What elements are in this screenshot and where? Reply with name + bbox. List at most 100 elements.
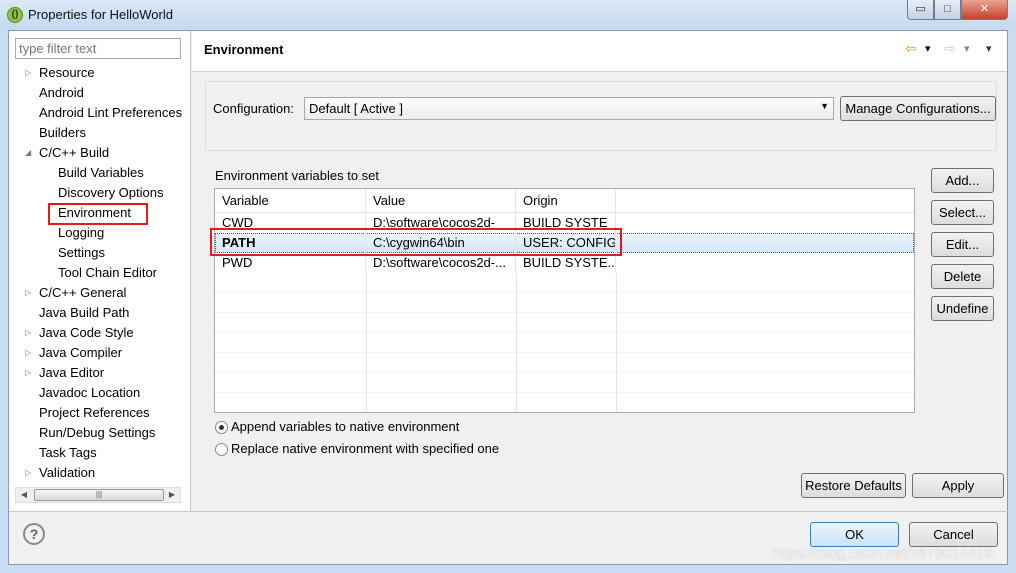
minimize-button[interactable]: ▭: [907, 0, 934, 20]
tree-item[interactable]: Run/Debug Settings: [39, 424, 155, 442]
forward-icon: ⇨: [944, 40, 956, 56]
highlight-box: [48, 203, 148, 225]
env-table[interactable]: Variable Value Origin CWD D:\software\coc…: [214, 188, 915, 413]
cell-value: D:\software\cocos2d-...: [366, 253, 516, 273]
apply-button[interactable]: Apply: [912, 473, 1004, 498]
help-icon[interactable]: ?: [23, 523, 45, 545]
tree-item[interactable]: Task Tags: [39, 444, 97, 462]
title-bar: () Properties for HelloWorld ▭ □ ✕: [0, 0, 1016, 30]
tree-item[interactable]: Tool Chain Editor: [58, 264, 157, 282]
eclipse-icon: (): [7, 7, 23, 23]
tree-item-label: Task Tags: [39, 445, 97, 460]
column-header-value[interactable]: Value: [366, 189, 516, 213]
restore-defaults-button[interactable]: Restore Defaults: [801, 473, 906, 498]
scroll-right-icon[interactable]: ▶: [164, 488, 180, 502]
tree-item[interactable]: Builders: [39, 124, 86, 142]
empty-row: [215, 313, 914, 333]
manage-configurations-button[interactable]: Manage Configurations...: [840, 96, 996, 121]
highlight-box: [210, 228, 622, 256]
watermark: https://blog.csdn.net/x879014419: [772, 545, 994, 562]
tree-item[interactable]: Project References: [39, 404, 150, 422]
back-icon[interactable]: ⇦: [905, 40, 917, 57]
tree-item[interactable]: Java Build Path: [39, 304, 129, 322]
expand-arrow-icon[interactable]: ▷: [25, 324, 31, 342]
footer-divider: [9, 511, 1009, 512]
tree-item-label: Resource: [39, 65, 95, 80]
tree-item-label: Android: [39, 85, 84, 100]
page-title: Environment: [204, 42, 284, 57]
expand-arrow-icon[interactable]: ▷: [25, 344, 31, 362]
tree-item-label: Java Code Style: [39, 325, 134, 340]
tree-item[interactable]: Android: [39, 84, 84, 102]
tree-item-label: Run/Debug Settings: [39, 425, 156, 440]
select-button[interactable]: Select...: [931, 200, 994, 225]
cell-variable: PWD: [215, 253, 366, 273]
tree-item[interactable]: ▷ C/C++ General: [25, 284, 127, 302]
tree-item[interactable]: Javadoc Location: [39, 384, 140, 402]
horizontal-scrollbar[interactable]: ◀ ||| ▶: [15, 487, 181, 503]
tree-item[interactable]: ◢ C/C++ Build: [25, 144, 110, 162]
ok-button[interactable]: OK: [810, 522, 899, 547]
edit-button[interactable]: Edit...: [931, 232, 994, 257]
empty-row: [215, 353, 914, 373]
tree-item[interactable]: ▷ Java Compiler: [25, 344, 122, 362]
filter-input[interactable]: [15, 38, 181, 59]
tree-item-label: Tool Chain Editor: [58, 265, 157, 280]
column-header-filler: [616, 189, 914, 213]
empty-row: [215, 293, 914, 313]
tree-item-label: C/C++ General: [39, 285, 127, 300]
empty-row: [215, 273, 914, 293]
scroll-left-icon[interactable]: ◀: [16, 488, 32, 502]
expand-arrow-icon[interactable]: ▷: [25, 464, 31, 482]
tree-item[interactable]: ▷ Validation: [25, 464, 96, 482]
expand-arrow-icon[interactable]: ▷: [25, 284, 31, 302]
tree-item[interactable]: Settings: [58, 244, 105, 262]
env-table-label: Environment variables to set: [215, 168, 380, 183]
collapse-arrow-icon[interactable]: ◢: [25, 144, 31, 162]
tree-item-label: Android Lint Preferences: [39, 105, 183, 120]
tree-item[interactable]: Build Variables: [58, 164, 144, 182]
chevron-down-icon: ▼: [820, 101, 829, 111]
tree-item[interactable]: Discovery Options: [58, 184, 163, 202]
tree-item[interactable]: ▷ Java Code Style: [25, 324, 134, 342]
configuration-value: Default [ Active ]: [309, 101, 403, 116]
close-button[interactable]: ✕: [961, 0, 1008, 20]
add-button[interactable]: Add...: [931, 168, 994, 193]
expand-arrow-icon[interactable]: ▷: [25, 64, 31, 82]
tree-item[interactable]: ▷ Java Editor: [25, 364, 105, 382]
tree-item-label: C/C++ Build: [39, 145, 110, 160]
tree-item[interactable]: Logging: [58, 224, 104, 242]
scroll-thumb[interactable]: |||: [34, 489, 164, 501]
window-title: Properties for HelloWorld: [28, 7, 173, 22]
column-header-variable[interactable]: Variable: [215, 189, 366, 213]
view-menu-icon[interactable]: ▾: [986, 42, 992, 55]
configuration-select[interactable]: Default [ Active ] ▼: [304, 97, 834, 120]
tree-item-label: Java Editor: [39, 365, 105, 380]
tree-panel: ▷ Resource Android Android Lint Preferences…: [9, 31, 191, 511]
tree-item-label: Builders: [39, 125, 86, 140]
tree-item-label: Javadoc Location: [39, 385, 141, 400]
expand-arrow-icon[interactable]: ▷: [25, 364, 31, 382]
table-row[interactable]: PWD D:\software\cocos2d-... BUILD SYSTE...: [215, 253, 914, 273]
undefine-button[interactable]: Undefine: [931, 296, 994, 321]
cancel-button[interactable]: Cancel: [909, 522, 998, 547]
header-divider: [192, 71, 1007, 72]
tree-item-label: Validation: [39, 465, 96, 480]
maximize-button[interactable]: □: [934, 0, 961, 20]
tree-item-label: Project References: [39, 405, 150, 420]
column-header-origin[interactable]: Origin: [516, 189, 616, 213]
replace-label[interactable]: Replace native environment with specifie…: [231, 441, 499, 456]
append-label[interactable]: Append variables to native environment: [231, 419, 459, 434]
append-radio[interactable]: [215, 421, 228, 434]
replace-radio[interactable]: [215, 443, 228, 456]
dialog-client: ▷ Resource Android Android Lint Preferences…: [8, 30, 1009, 565]
tree-item-label: Java Build Path: [39, 305, 130, 320]
configuration-label: Configuration:: [213, 101, 294, 116]
tree-item[interactable]: ▷ Resource: [25, 64, 95, 82]
empty-row: [215, 333, 914, 353]
tree-item-label: Build Variables: [58, 165, 144, 180]
back-menu-icon[interactable]: ▾: [925, 42, 931, 55]
tree-item[interactable]: Android Lint Preferences: [39, 104, 182, 122]
delete-button[interactable]: Delete: [931, 264, 994, 289]
tree-item-label: Settings: [58, 245, 105, 260]
